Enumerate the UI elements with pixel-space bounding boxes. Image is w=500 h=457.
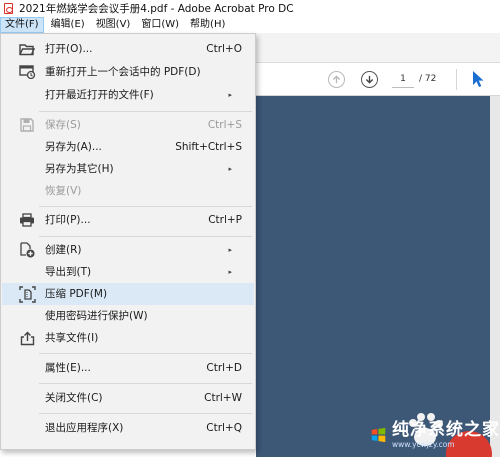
submenu-arrow-icon: ▸	[228, 268, 232, 276]
menu-item-label: 属性(E)...	[45, 362, 91, 374]
watermark-url: www.ycwjzy.com	[392, 440, 455, 449]
previous-page-button[interactable]	[328, 71, 345, 88]
menu-item-shortcut: Ctrl+P	[208, 214, 242, 226]
menu-item-share-file[interactable]: 共享文件(I)	[2, 327, 254, 349]
menu-item-label: 另存为(A)...	[45, 141, 102, 153]
menu-item-close-file[interactable]: 关闭文件(C) Ctrl+W	[2, 387, 254, 409]
menu-item-protect-password[interactable]: 使用密码进行保护(W)	[2, 305, 254, 327]
menu-separator	[39, 413, 252, 414]
window-title: 2021年燃娆学会会议手册4.pdf - Adobe Acrobat Pro D…	[19, 3, 294, 15]
share-icon	[18, 330, 36, 346]
menu-separator	[39, 383, 252, 384]
menu-separator	[39, 206, 252, 207]
menu-item-exit-app[interactable]: 退出应用程序(X) Ctrl+Q	[2, 417, 254, 439]
file-menu-dropdown: 打开(O)... Ctrl+O 重新打开上一个会话中的 PDF(D) 打开最近打…	[0, 33, 256, 450]
menu-item-label: 另存为其它(H)	[45, 163, 114, 175]
page-total: / 72	[419, 74, 437, 84]
menu-item-open-recent[interactable]: 打开最近打开的文件(F) ▸	[2, 84, 254, 106]
menu-window[interactable]: 窗口(W)	[137, 17, 183, 33]
menu-item-print[interactable]: 打印(P)... Ctrl+P	[2, 209, 254, 231]
page-edge	[490, 96, 500, 457]
menu-item-shortcut: Ctrl+Q	[206, 422, 242, 434]
menu-item-save-as-other[interactable]: 另存为其它(H) ▸	[2, 158, 254, 180]
menu-item-shortcut: Ctrl+S	[207, 119, 242, 131]
menu-separator	[39, 111, 252, 112]
menu-item-label: 打开最近打开的文件(F)	[45, 89, 154, 101]
menu-item-export-to[interactable]: 导出到(T) ▸	[2, 261, 254, 283]
watermark-title: 纯净系统之家	[392, 420, 500, 440]
watermark: 纯净系统之家 www.ycwjzy.com	[370, 416, 500, 454]
page-number-input[interactable]: 1	[392, 71, 414, 88]
windows-logo-icon	[371, 427, 386, 443]
menu-view[interactable]: 视图(V)	[92, 17, 135, 33]
acrobat-pdf-icon	[4, 3, 13, 14]
menu-separator	[39, 353, 252, 354]
reopen-session-icon	[18, 64, 36, 80]
page-toolbar: 1 / 72	[256, 63, 500, 96]
menu-item-create[interactable]: 创建(R) ▸	[2, 239, 254, 261]
menu-item-label: 打印(P)...	[45, 214, 91, 226]
menu-item-label: 恢复(V)	[45, 185, 82, 197]
submenu-arrow-icon: ▸	[228, 165, 232, 173]
document-view[interactable]	[256, 96, 500, 457]
menu-file[interactable]: 文件(F)	[0, 17, 44, 33]
menu-item-shortcut: Ctrl+D	[206, 362, 242, 374]
menu-item-open[interactable]: 打开(O)... Ctrl+O	[2, 38, 254, 60]
arrow-up-icon	[332, 75, 341, 84]
menu-item-compress-pdf[interactable]: 压缩 PDF(M)	[2, 283, 254, 305]
title-bar: 2021年燃娆学会会议手册4.pdf - Adobe Acrobat Pro D…	[0, 0, 500, 17]
menu-item-label: 保存(S)	[45, 119, 81, 131]
menu-edit[interactable]: 编辑(E)	[47, 17, 89, 33]
menu-item-revert[interactable]: 恢复(V)	[2, 180, 254, 202]
create-pdf-icon	[18, 242, 36, 258]
menu-item-label: 使用密码进行保护(W)	[45, 310, 148, 322]
save-icon	[18, 117, 36, 133]
printer-icon	[18, 212, 36, 228]
arrow-down-icon	[365, 75, 374, 84]
menu-item-label: 导出到(T)	[45, 266, 92, 278]
tab-strip	[256, 33, 500, 63]
toolbar-divider	[456, 69, 457, 90]
submenu-arrow-icon: ▸	[228, 246, 232, 254]
menu-item-reopen-session[interactable]: 重新打开上一个会话中的 PDF(D)	[2, 61, 254, 83]
menu-item-label: 打开(O)...	[45, 43, 93, 55]
menu-bar: 文件(F) 编辑(E) 视图(V) 窗口(W) 帮助(H)	[0, 17, 500, 33]
compress-icon	[18, 285, 36, 303]
menu-item-label: 创建(R)	[45, 244, 82, 256]
folder-open-icon	[18, 41, 36, 57]
menu-item-shortcut: Shift+Ctrl+S	[175, 141, 242, 153]
menu-item-properties[interactable]: 属性(E)... Ctrl+D	[2, 357, 254, 379]
menu-item-label: 关闭文件(C)	[45, 392, 103, 404]
select-cursor-icon[interactable]	[470, 70, 486, 89]
menu-item-label: 重新打开上一个会话中的 PDF(D)	[45, 66, 201, 78]
menu-item-shortcut: Ctrl+O	[206, 43, 242, 55]
menu-item-label: 压缩 PDF(M)	[45, 288, 108, 300]
menu-item-save[interactable]: 保存(S) Ctrl+S	[2, 114, 254, 136]
next-page-button[interactable]	[361, 71, 378, 88]
submenu-arrow-icon: ▸	[228, 91, 232, 99]
menu-item-save-as[interactable]: 另存为(A)... Shift+Ctrl+S	[2, 136, 254, 158]
menu-help[interactable]: 帮助(H)	[186, 17, 229, 33]
menu-separator	[39, 236, 252, 237]
menu-item-shortcut: Ctrl+W	[204, 392, 242, 404]
menu-item-label: 共享文件(I)	[45, 332, 99, 344]
menu-item-label: 退出应用程序(X)	[45, 422, 124, 434]
